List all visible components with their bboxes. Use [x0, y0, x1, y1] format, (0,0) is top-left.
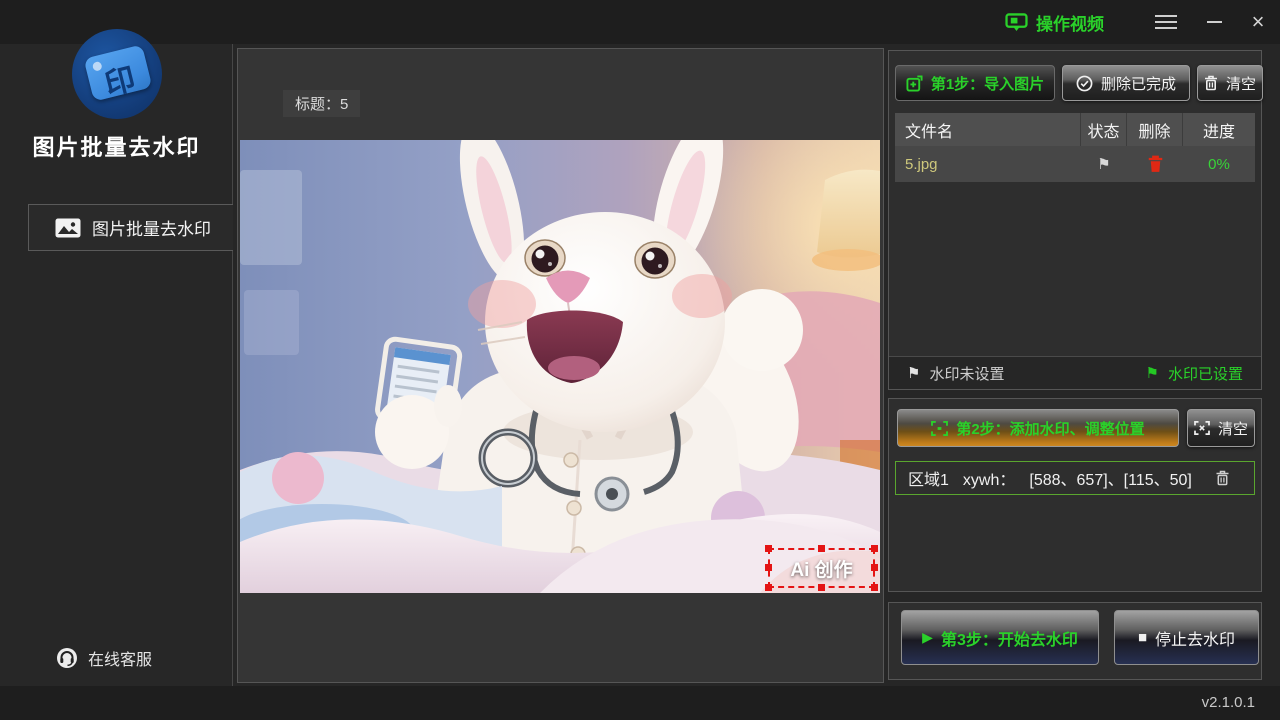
resize-handle[interactable] [765, 545, 772, 552]
preview-panel: 标题：5 [237, 48, 884, 683]
hamburger-icon [1155, 11, 1177, 33]
close-button[interactable]: × [1240, 0, 1276, 44]
col-status: 状态 [1081, 113, 1127, 146]
image-title-label: 标题：5 [283, 90, 360, 117]
resize-handle[interactable] [765, 564, 772, 571]
sidebar-item-label: 图片批量去水印 [92, 215, 211, 240]
flag-green-icon: ⚑ [1146, 364, 1159, 382]
step2-add-watermark-button[interactable]: 第2步：添加水印、调整位置 [897, 409, 1179, 447]
file-name: 5.jpg [895, 156, 1081, 173]
region-item: 区域1 xywh： [588、657]、[115、50] [895, 461, 1255, 495]
minimize-button[interactable] [1196, 0, 1232, 44]
resize-handle[interactable] [871, 564, 878, 571]
resize-handle[interactable] [765, 584, 772, 591]
col-filename: 文件名 [895, 113, 1081, 146]
clear-regions-button[interactable]: 清空 [1187, 409, 1255, 447]
logo-stamp-icon: 印 [84, 44, 153, 101]
watermark-text: Ai 创作 [790, 555, 852, 582]
app-title: 图片批量去水印 [0, 130, 233, 162]
app-logo: 印 [72, 29, 162, 119]
resize-handle[interactable] [818, 545, 825, 552]
file-list-section: 第1步：导入图片 删除已完成 清空 文件名 状态 [888, 50, 1262, 390]
help-video-button[interactable]: 操作视频 [1005, 10, 1104, 35]
legend-watermark-unset: ⚑ 水印未设置 [907, 363, 1004, 384]
trash-icon [1215, 470, 1230, 486]
titlebar: 操作视频 × [0, 0, 1280, 44]
trash-red-icon [1147, 155, 1164, 173]
table-header: 文件名 状态 删除 进度 [895, 113, 1255, 146]
watermark-region-section: 第2步：添加水印、调整位置 清空 区域1 xywh： [588、657]、[11… [888, 398, 1262, 592]
logo-character: 印 [85, 50, 154, 107]
delete-row-button[interactable] [1127, 155, 1183, 173]
import-icon [906, 75, 923, 92]
stop-icon: ■ [1138, 629, 1147, 646]
status-flag-icon: ⚑ [1081, 155, 1127, 173]
image-icon [55, 218, 81, 238]
region-coords-label: xywh： [963, 466, 1015, 490]
trash-icon [1204, 75, 1218, 91]
resize-handle[interactable] [871, 545, 878, 552]
version-label: v2.1.0.1 [1202, 694, 1255, 711]
delete-completed-button[interactable]: 删除已完成 [1062, 65, 1190, 101]
online-support-label: 在线客服 [88, 646, 152, 670]
help-video-label: 操作视频 [1036, 10, 1104, 35]
flag-legend: ⚑ 水印未设置 ⚑ 水印已设置 [889, 356, 1261, 389]
play-icon: ▶ [922, 629, 933, 646]
step1-import-button[interactable]: 第1步：导入图片 [895, 65, 1055, 101]
menu-button[interactable] [1148, 0, 1184, 44]
progress-value: 0% [1183, 156, 1255, 173]
app-window: 操作视频 × 印 图片批量去水印 图片批量去水印 [0, 0, 1280, 720]
close-icon: × [1252, 9, 1265, 35]
headset-icon [56, 647, 78, 669]
rabbit-illustration [240, 140, 880, 593]
minimize-icon [1207, 21, 1222, 23]
table-row[interactable]: 5.jpg ⚑ 0% [895, 146, 1255, 182]
stop-button[interactable]: ■ 停止去水印 [1114, 610, 1259, 665]
resize-handle[interactable] [871, 584, 878, 591]
col-progress: 进度 [1183, 113, 1255, 146]
region-coords-value: [588、657]、[115、50] [1029, 466, 1191, 490]
sidebar: 印 图片批量去水印 图片批量去水印 在线客服 [0, 44, 233, 686]
statusbar: v2.1.0.1 [0, 686, 1280, 720]
resize-handle[interactable] [818, 584, 825, 591]
col-delete: 删除 [1127, 113, 1183, 146]
check-circle-icon [1076, 75, 1093, 92]
clear-list-button[interactable]: 清空 [1197, 65, 1263, 101]
watermark-selection-box[interactable]: Ai 创作 [768, 548, 875, 588]
video-tutorial-icon [1005, 13, 1028, 32]
region-name: 区域1 [908, 466, 949, 490]
flag-white-icon: ⚑ [907, 364, 920, 382]
selection-region-icon [931, 421, 948, 436]
sidebar-item-batch-watermark-removal[interactable]: 图片批量去水印 [28, 204, 233, 251]
file-table: 文件名 状态 删除 进度 5.jpg ⚑ 0% [895, 113, 1255, 182]
step3-start-button[interactable]: ▶ 第3步：开始去水印 [901, 610, 1099, 665]
run-controls-section: ▶ 第3步：开始去水印 ■ 停止去水印 [888, 602, 1262, 680]
delete-region-button[interactable] [1215, 470, 1230, 486]
preview-image: Ai 创作 [240, 140, 880, 593]
clear-selection-icon [1194, 421, 1210, 435]
legend-watermark-set: ⚑ 水印已设置 [1146, 363, 1243, 384]
online-support-link[interactable]: 在线客服 [56, 646, 152, 670]
